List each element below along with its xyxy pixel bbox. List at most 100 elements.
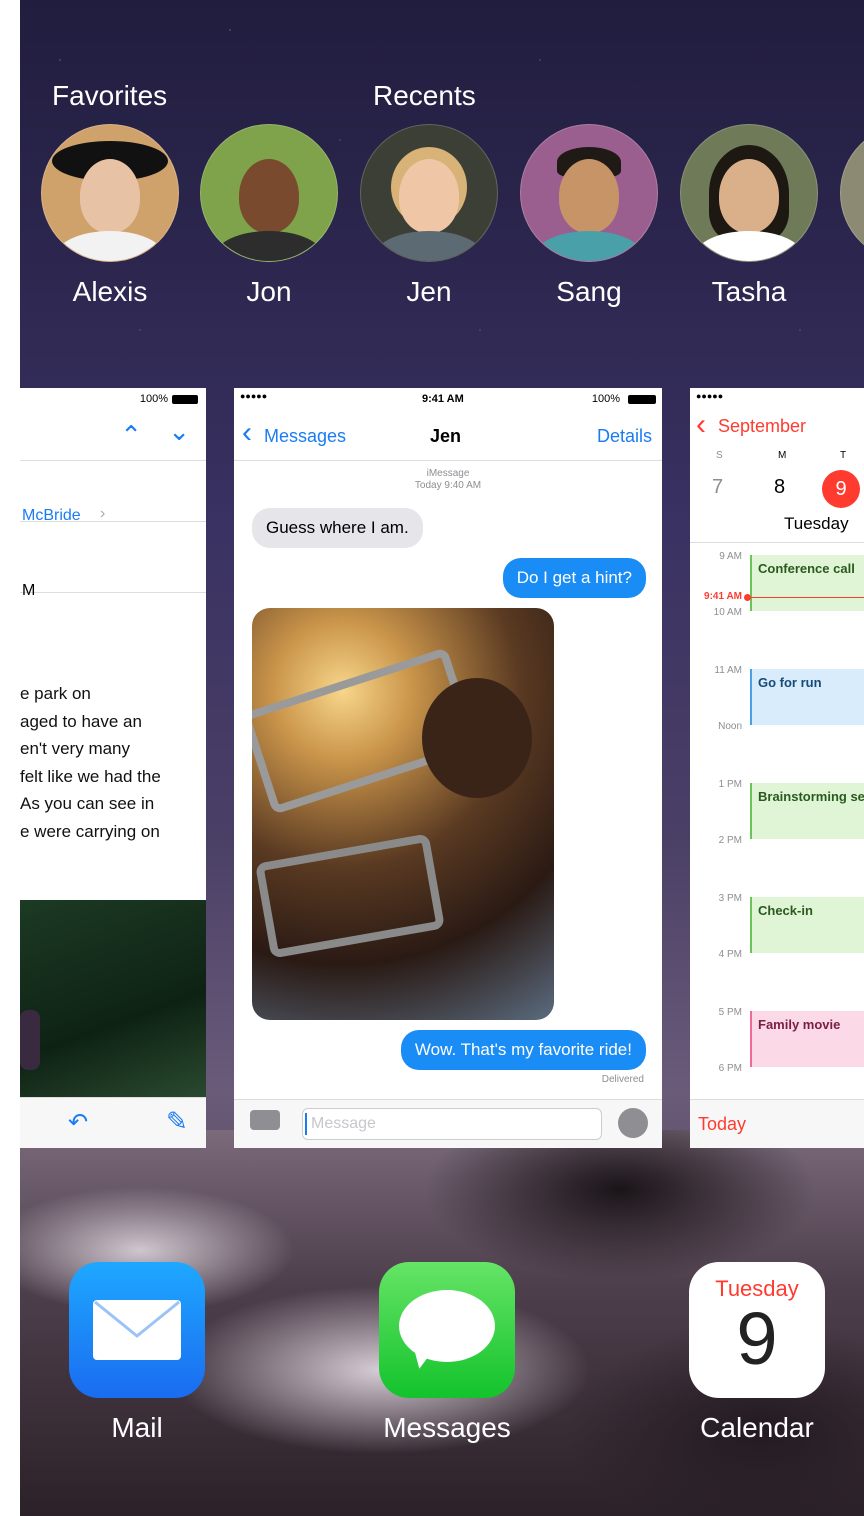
time-label: 10 AM [713, 607, 742, 618]
time-label: 11 AM [714, 665, 742, 676]
person-silhouette [20, 1010, 40, 1070]
person-image [422, 678, 532, 798]
contact-name: Jon [246, 276, 292, 307]
calendar-event[interactable]: Go for run [750, 669, 864, 725]
week-strip: S M T 7 8 9 Tuesday [690, 446, 864, 543]
contact-alexis[interactable]: Alexis [41, 124, 179, 308]
selected-day-label: Tuesday [784, 514, 849, 533]
mail-photo [20, 900, 206, 1098]
avatar [680, 124, 818, 262]
message-photo[interactable] [252, 608, 554, 1020]
microphone-icon[interactable] [618, 1108, 648, 1138]
message-input-bar: Message [234, 1099, 662, 1148]
chevron-right-icon: › [100, 505, 106, 522]
contact-jon[interactable]: Jon [200, 124, 338, 308]
mail-body: e park on aged to have an en't very many… [20, 680, 161, 845]
reply-icon[interactable]: ↶ [68, 1108, 88, 1137]
messages-app-card[interactable]: ●●●●● 9:41 AM 100% ‹ Messages Jen Detail… [234, 388, 662, 1148]
camera-icon[interactable] [250, 1110, 280, 1130]
battery-percent: 100% [591, 393, 620, 405]
mail-body-line: en't very many [20, 739, 131, 758]
avatar [200, 124, 338, 262]
calendar-event[interactable]: Brainstorming session [750, 783, 864, 839]
mail-navbar: ⌃ ⌄ [20, 410, 206, 461]
time-label: Noon [718, 721, 742, 732]
calendar-navbar: ‹ September [690, 410, 864, 446]
mail-time: M [22, 582, 36, 599]
battery-icon [172, 395, 198, 404]
time-label: 9 AM [719, 551, 742, 562]
text-cursor [305, 1113, 307, 1135]
status-time: 9:41 AM [422, 393, 464, 405]
messages-label: Messages [383, 1412, 511, 1443]
calendar-app-card[interactable]: ●●●●● ‹ September S M T 7 8 9 Tuesday 9 … [690, 388, 864, 1148]
calendar-event[interactable]: Conference call [750, 555, 864, 611]
date-cell[interactable]: 7 [712, 476, 723, 499]
message-timestamp: iMessage Today 9:40 AM [234, 468, 662, 492]
mail-app-icon[interactable]: Mail [68, 1262, 206, 1444]
signal-icon: ●●●●● [696, 391, 724, 401]
time-label: 2 PM [718, 835, 742, 846]
favorites-title: Favorites [52, 80, 168, 111]
battery-icon [628, 395, 656, 404]
status-bar: ●●●●● [690, 388, 864, 410]
messages-navbar: ‹ Messages Jen Details [234, 410, 662, 461]
status-bar: ●●●●● 9:41 AM 100% [234, 388, 662, 410]
envelope-shape [93, 1300, 181, 1360]
battery-percent: 100% [139, 393, 168, 405]
weekday-label: S [716, 450, 723, 461]
message-placeholder: Message [311, 1115, 376, 1132]
avatar [41, 124, 179, 262]
date-cell[interactable]: 8 [774, 476, 785, 499]
avatar [520, 124, 658, 262]
back-button[interactable]: Messages [264, 426, 346, 447]
avatar [360, 124, 498, 262]
back-button[interactable]: September [718, 416, 806, 437]
outgoing-message: Do I get a hint? [502, 558, 646, 598]
chevron-up-icon[interactable]: ⌃ [120, 420, 142, 451]
compose-icon[interactable]: ✎ [166, 1106, 188, 1137]
calendar-app-icon[interactable]: Tuesday 9 Calendar [688, 1262, 826, 1444]
incoming-message: Guess where I am. [252, 508, 423, 548]
calendar-label: Calendar [700, 1412, 814, 1443]
contact-name: Sang [556, 276, 622, 307]
chevron-left-icon[interactable]: ‹ [696, 410, 706, 440]
imessage-label: iMessage [426, 468, 470, 479]
mail-label: Mail [111, 1412, 163, 1443]
chevron-left-icon[interactable]: ‹ [242, 418, 252, 448]
details-button[interactable]: Details [597, 426, 652, 447]
calendar-event[interactable]: Check-in [750, 897, 864, 953]
delivered-status: Delivered [601, 1074, 644, 1085]
calendar-event[interactable]: Family movie [750, 1011, 864, 1067]
today-button[interactable]: Today [698, 1114, 746, 1135]
selected-date[interactable]: 9 [822, 470, 860, 508]
weekday-label: T [840, 450, 847, 461]
chevron-down-icon[interactable]: ⌄ [168, 416, 190, 447]
time-label: 4 PM [718, 949, 742, 960]
messages-icon [379, 1262, 515, 1398]
current-time-label: 9:41 AM [704, 591, 742, 602]
time-label: 1 PM [718, 779, 742, 790]
conversation-title: Jen [430, 426, 462, 446]
contact-sang[interactable]: Sang [520, 124, 658, 308]
contact-jen[interactable]: Jen [360, 124, 498, 308]
timestamp-label: Today 9:40 AM [414, 480, 482, 491]
calendar-icon: Tuesday 9 [689, 1262, 825, 1398]
messages-app-icon[interactable]: Messages [378, 1262, 516, 1444]
mail-icon [69, 1262, 205, 1398]
message-input[interactable]: Message [302, 1108, 602, 1140]
mail-header-time: M [20, 522, 206, 599]
mail-body-line: aged to have an [20, 711, 142, 731]
mail-body-line: As you can see in [20, 794, 155, 813]
swing-seat-image [255, 833, 445, 959]
current-time-line [746, 597, 864, 598]
contact-tasha[interactable]: Tasha [680, 124, 818, 308]
contact-name: Alexis [72, 276, 148, 307]
recents-title: Recents [373, 80, 476, 111]
time-label: 3 PM [718, 893, 742, 904]
mail-toolbar: ↶ ✎ [20, 1097, 206, 1148]
contact-partial[interactable] [840, 124, 864, 262]
mail-app-card[interactable]: 100% ⌃ ⌄ McBride › M e park on aged to h… [20, 388, 206, 1148]
calendar-icon-date: 9 [736, 1297, 778, 1380]
mail-header-from: McBride › [20, 461, 206, 524]
